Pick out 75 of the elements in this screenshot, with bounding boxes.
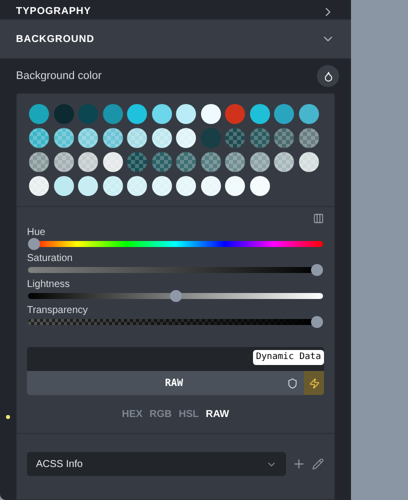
color-swatch[interactable]	[102, 128, 122, 148]
color-swatch[interactable]	[225, 104, 245, 124]
color-swatch[interactable]	[176, 176, 196, 196]
color-swatch[interactable]	[274, 152, 294, 172]
color-swatch[interactable]	[78, 152, 98, 172]
color-swatch[interactable]	[152, 128, 172, 148]
section-title: TYPOGRAPHY	[16, 5, 92, 19]
columns-icon[interactable]	[313, 213, 324, 224]
color-swatch[interactable]	[54, 104, 74, 124]
tooltip: Dynamic Data	[252, 350, 324, 365]
color-swatch[interactable]	[200, 128, 220, 148]
color-swatch[interactable]	[250, 128, 270, 148]
color-swatch[interactable]	[29, 176, 49, 196]
slider-thumb[interactable]	[170, 290, 182, 302]
color-swatch[interactable]	[78, 104, 98, 124]
slider-label: Lightness	[27, 279, 71, 291]
color-swatch[interactable]	[152, 176, 172, 196]
dynamic-data-button[interactable]	[304, 371, 324, 395]
slider-label: Saturation	[27, 253, 74, 265]
edit-icon[interactable]	[312, 458, 324, 470]
slider-thumb[interactable]	[311, 264, 323, 276]
color-swatch[interactable]	[250, 104, 270, 124]
slider-track[interactable]	[28, 267, 323, 273]
color-swatch[interactable]	[250, 176, 270, 196]
color-swatch[interactable]	[54, 176, 74, 196]
color-swatch[interactable]	[225, 152, 245, 172]
section-title: BACKGROUND	[16, 32, 94, 46]
color-swatch[interactable]	[225, 128, 245, 148]
section-header[interactable]: BACKGROUND	[0, 20, 351, 59]
color-swatch[interactable]	[102, 152, 122, 172]
value-display: RAW	[164, 376, 184, 390]
color-swatch[interactable]	[102, 104, 122, 124]
color-swatch[interactable]	[274, 128, 294, 148]
color-swatch[interactable]	[176, 104, 196, 124]
color-swatch[interactable]	[78, 176, 98, 196]
color-swatch[interactable]	[298, 128, 318, 148]
color-swatch[interactable]	[250, 152, 270, 172]
color-swatch[interactable]	[54, 128, 74, 148]
color-swatch[interactable]	[152, 104, 172, 124]
droplet-icon	[322, 70, 334, 82]
format-tab[interactable]: RAW	[206, 407, 230, 422]
color-swatch[interactable]	[78, 128, 98, 148]
color-swatch[interactable]	[200, 104, 220, 124]
color-swatch[interactable]	[127, 104, 147, 124]
color-swatch[interactable]	[127, 176, 147, 196]
color-swatch[interactable]	[200, 152, 220, 172]
color-swatch[interactable]	[29, 152, 49, 172]
color-swatch[interactable]	[298, 152, 318, 172]
color-swatch[interactable]	[29, 104, 49, 124]
color-swatch[interactable]	[200, 176, 220, 196]
color-swatch[interactable]	[127, 152, 147, 172]
color-swatch[interactable]	[274, 104, 294, 124]
color-swatch[interactable]	[102, 176, 122, 196]
preset-select[interactable]: ACSS Info	[27, 452, 286, 476]
field-label: Background color	[16, 68, 102, 84]
lightning-icon	[308, 378, 320, 388]
shield-icon[interactable]	[287, 378, 298, 388]
color-swatch[interactable]	[225, 176, 245, 196]
slider-thumb[interactable]	[28, 238, 40, 250]
slider-thumb[interactable]	[311, 316, 323, 328]
color-swatch[interactable]	[298, 104, 318, 124]
slider-track[interactable]	[28, 293, 323, 299]
select-value: ACSS Info	[36, 458, 83, 472]
color-swatch[interactable]	[54, 152, 74, 172]
color-swatch[interactable]	[127, 128, 147, 148]
slider-track[interactable]	[28, 319, 323, 325]
slider-track[interactable]	[28, 241, 323, 247]
color-swatch[interactable]	[176, 152, 196, 172]
color-swatch[interactable]	[29, 128, 49, 148]
slider-label: Hue	[27, 227, 46, 239]
color-picker-button[interactable]	[317, 65, 339, 87]
color-swatch[interactable]	[176, 128, 196, 148]
add-icon[interactable]	[292, 457, 306, 471]
color-swatch[interactable]	[152, 152, 172, 172]
slider-label: Transparency	[27, 305, 89, 317]
